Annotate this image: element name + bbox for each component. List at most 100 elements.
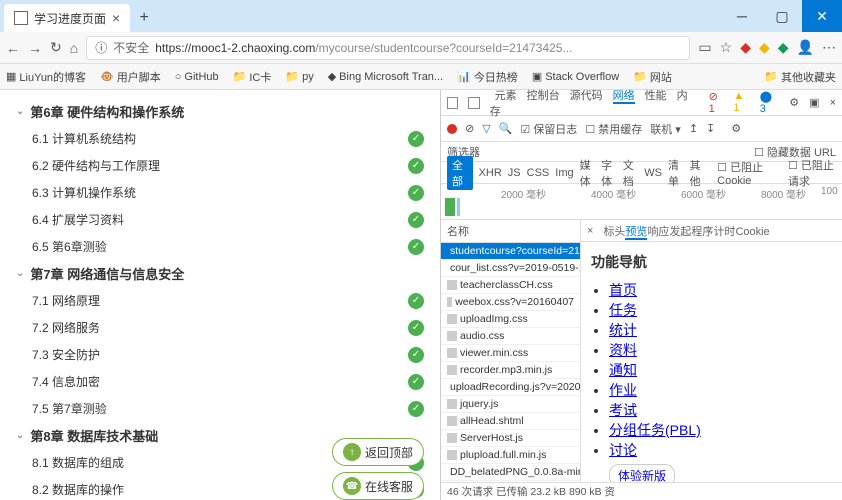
refresh-button[interactable]: ↻ [50, 39, 62, 56]
inspect-icon[interactable] [447, 97, 458, 109]
network-row[interactable]: DD_belatedPNG_0.0.8a-min.js [441, 464, 580, 481]
clear-icon[interactable]: ⊘ [465, 122, 474, 135]
lesson-item[interactable]: 6.1 计算机系统结构✓ [0, 125, 440, 152]
bookmark-item[interactable]: 📁 py [285, 70, 313, 83]
network-row[interactable]: recorder.mp3.min.js [441, 362, 580, 379]
nav-link[interactable]: 作业 [609, 382, 637, 398]
type-filter[interactable]: JS [508, 167, 521, 179]
network-row[interactable]: plupload.full.min.js [441, 447, 580, 464]
devtools-tab[interactable]: 性能 [645, 90, 667, 102]
nav-link[interactable]: 任务 [609, 302, 637, 318]
preview-tab[interactable]: 预览 [625, 226, 647, 240]
lesson-item[interactable]: 7.4 信息加密✓ [0, 368, 440, 395]
bookmark-item[interactable]: 🐵 用户脚本 [100, 69, 161, 85]
network-row[interactable]: viewer.min.css [441, 345, 580, 362]
name-header[interactable]: 名称 [441, 220, 580, 243]
network-row[interactable]: cour_list.css?v=2019-0519-17: [441, 260, 580, 277]
network-row[interactable]: teacherclassCH.css [441, 277, 580, 294]
lesson-item[interactable]: 7.3 安全防护✓ [0, 341, 440, 368]
preview-tab[interactable]: 标头 [603, 226, 625, 238]
devtools-tab[interactable]: 网络 [613, 90, 635, 104]
download-icon[interactable]: ↧ [706, 122, 715, 135]
back-to-top-button[interactable]: ↑返回顶部 [332, 438, 424, 466]
preview-close-icon[interactable]: × [587, 225, 593, 237]
network-row[interactable]: weebox.css?v=20160407 [441, 294, 580, 311]
bookmark-item[interactable]: ○ GitHub [175, 71, 219, 83]
devtools-warnings[interactable]: ⊘ 1 ▲ 1 ⬤ 3 [709, 90, 780, 115]
maximize-button[interactable]: ▢ [762, 0, 802, 32]
cookie-filter[interactable]: ☐ 已阻止 Cookie [717, 159, 776, 187]
lesson-item[interactable]: 6.4 扩展学习资料✓ [0, 206, 440, 233]
search-icon[interactable]: 🔍 [499, 122, 513, 135]
network-row[interactable]: allHead.shtml [441, 413, 580, 430]
preview-tab[interactable]: 计时 [713, 226, 735, 238]
tryout-button[interactable]: 体验新版 [609, 464, 675, 482]
nav-link[interactable]: 首页 [609, 282, 637, 298]
chapter-header[interactable]: ⌄第6章 硬件结构和操作系统 [0, 98, 440, 125]
bookmark-item[interactable]: ▣ Stack Overflow [532, 70, 619, 83]
minimize-button[interactable]: ─ [722, 0, 762, 32]
lesson-item[interactable]: 7.5 第7章测验✓ [0, 395, 440, 422]
network-row[interactable]: audio.css [441, 328, 580, 345]
bookmark-item[interactable]: 📊 今日热榜 [457, 69, 518, 85]
bookmark-item[interactable]: ▦ LiuYun的博客 [6, 69, 86, 85]
bookmark-item[interactable]: ◆ Bing Microsoft Tran... [328, 70, 443, 83]
ext3-icon[interactable]: ◆ [778, 39, 789, 56]
type-filter[interactable]: Img [555, 167, 573, 179]
devtools-tab[interactable]: 源代码 [570, 90, 603, 102]
browser-tab[interactable]: 学习进度页面 × [4, 4, 130, 32]
throttle-select[interactable]: 联机 ▾ [650, 121, 681, 137]
menu-icon[interactable]: ⋯ [822, 39, 836, 56]
devtools-timeline[interactable]: 2000 毫秒 4000 毫秒 6000 毫秒 8000 毫秒 100 [441, 184, 842, 220]
nav-link[interactable]: 统计 [609, 322, 637, 338]
network-row[interactable]: uploadRecording.js?v=2020-0 [441, 379, 580, 396]
filter-icon[interactable]: ▽ [482, 122, 490, 135]
devtools-settings-icon[interactable]: ⚙ [789, 96, 799, 109]
network-row[interactable]: studentcourse?courseId=2147... [441, 243, 580, 260]
lesson-item[interactable]: 6.5 第6章测验✓ [0, 233, 440, 260]
nav-link[interactable]: 考试 [609, 402, 637, 418]
home-button[interactable]: ⌂ [70, 40, 78, 56]
type-filter[interactable]: WS [644, 167, 662, 179]
bookmark-item[interactable]: 📁 IC卡 [233, 69, 272, 85]
back-button[interactable]: ← [6, 40, 20, 56]
lesson-item[interactable]: 6.2 硬件结构与工作原理✓ [0, 152, 440, 179]
devtools-close-icon[interactable]: × [830, 97, 836, 109]
upload-icon[interactable]: ↥ [689, 122, 698, 135]
type-filter[interactable]: XHR [479, 167, 502, 179]
devtools-tab[interactable]: 元素 [495, 90, 517, 102]
nav-link[interactable]: 资料 [609, 342, 637, 358]
network-row[interactable]: ServerHost.js [441, 430, 580, 447]
nav-link[interactable]: 分组任务(PBL) [609, 422, 701, 438]
devtools-dock-icon[interactable]: ▣ [809, 96, 819, 109]
type-filter[interactable]: CSS [527, 167, 550, 179]
network-row[interactable]: uploadImg.css [441, 311, 580, 328]
url-field[interactable]: ⓘ 不安全 https://mooc1-2.chaoxing.com/mycou… [86, 36, 690, 60]
new-tab-button[interactable]: + [130, 4, 158, 32]
read-icon[interactable]: ▭ [698, 39, 711, 56]
record-icon[interactable] [447, 124, 457, 134]
lesson-item[interactable]: 7.1 网络原理✓ [0, 287, 440, 314]
close-window-button[interactable]: ✕ [802, 0, 842, 32]
star-icon[interactable]: ☆ [720, 39, 733, 56]
preview-tab[interactable]: Cookie [735, 226, 769, 238]
user-icon[interactable]: 👤 [797, 39, 814, 56]
service-button[interactable]: ☎在线客服 [332, 472, 424, 500]
lesson-item[interactable]: 6.3 计算机操作系统✓ [0, 179, 440, 206]
preview-tab[interactable]: 发起程序 [669, 226, 713, 238]
bookmark-item[interactable]: 📁 网站 [633, 69, 672, 85]
lesson-item[interactable]: 7.2 网络服务✓ [0, 314, 440, 341]
preview-tab[interactable]: 响应 [647, 226, 669, 238]
ext2-icon[interactable]: ◆ [759, 39, 770, 56]
devtools-tab[interactable]: 控制台 [527, 90, 560, 102]
tab-close-icon[interactable]: × [112, 10, 120, 26]
bookmark-other[interactable]: 📁 其他收藏夹 [764, 69, 836, 85]
network-row[interactable]: jquery.js [441, 396, 580, 413]
forward-button[interactable]: → [28, 40, 42, 56]
device-icon[interactable] [468, 97, 479, 109]
nav-link[interactable]: 讨论 [609, 442, 637, 458]
keep-log-checkbox[interactable]: ☑ 保留日志 [520, 121, 577, 137]
disable-cache-checkbox[interactable]: ☐ 禁用缓存 [585, 121, 642, 137]
chapter-header[interactable]: ⌄第7章 网络通信与信息安全 [0, 260, 440, 287]
ext1-icon[interactable]: ◆ [740, 39, 751, 56]
